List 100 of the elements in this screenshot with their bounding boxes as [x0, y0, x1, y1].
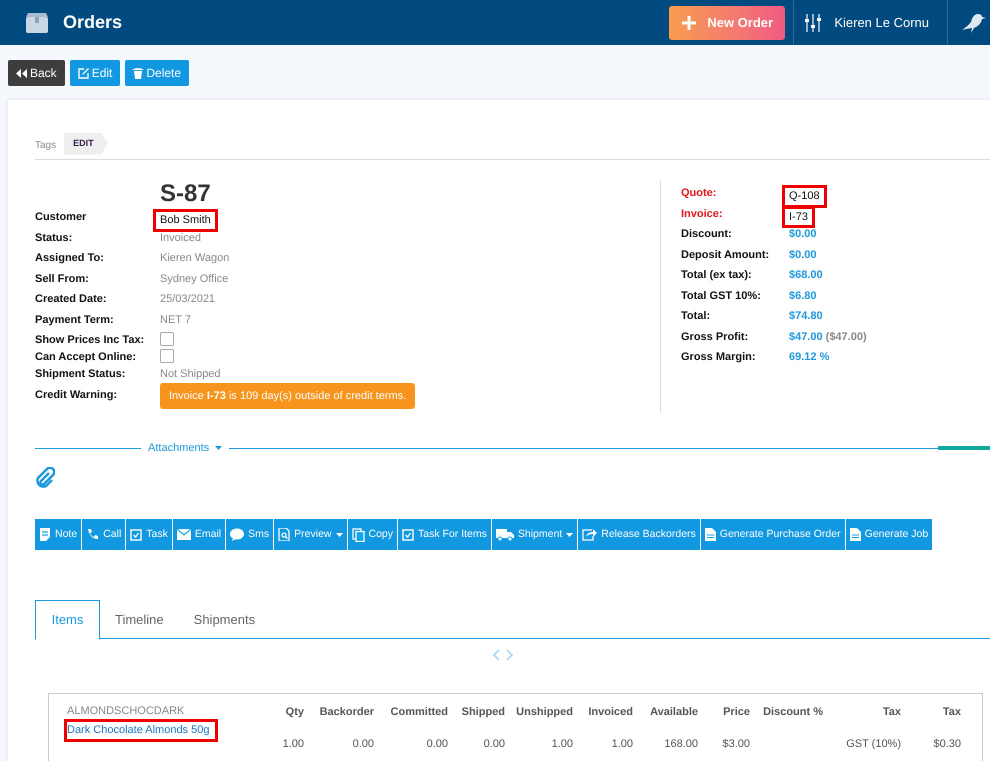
amount-value: $74.80 [789, 309, 823, 324]
item-code: ALMONDSCHOCDARK [67, 705, 186, 717]
field-label: Customer [35, 210, 88, 225]
table-cell-text: 1.00 [550, 736, 573, 752]
field-value: Sydney Office [160, 272, 228, 286]
table-cell-text: 168.00 [663, 736, 698, 752]
column-header: Invoiced [587, 705, 633, 720]
amount-value: $6.80 [789, 288, 817, 304]
toolbar-button[interactable]: Generate Purchase Order [700, 519, 845, 550]
table-cell-text: 0.00 [426, 736, 448, 752]
summary-label: Deposit Amount: [681, 248, 770, 262]
field-label: Created Date: [35, 292, 108, 307]
document-icon [704, 528, 716, 541]
envelope-icon [176, 529, 191, 540]
back-button[interactable]: Back [8, 60, 65, 86]
amount-value: $0.00 [789, 227, 817, 242]
plus-icon [681, 14, 698, 30]
field-value: Bob Smith [153, 209, 218, 232]
field-label: Show Prices Inc Tax: [35, 333, 146, 348]
amount-note: ($47.00) [826, 330, 867, 344]
magnifier-document-icon [278, 528, 290, 541]
toolbar-button[interactable]: Email [172, 519, 226, 550]
task-icon [402, 528, 414, 541]
bird-icon[interactable] [962, 12, 986, 32]
caret-icon [215, 446, 222, 450]
column-header: Qty [284, 705, 304, 720]
table-cell-text: 0.00 [482, 736, 505, 752]
checkbox[interactable] [160, 349, 174, 363]
amount-value: $47.00 [789, 330, 823, 344]
tags-edit-button[interactable]: EDIT [64, 132, 108, 154]
checkbox[interactable] [160, 332, 174, 346]
toolbar-button[interactable]: Task [126, 519, 172, 550]
copy-icon [352, 528, 364, 542]
sliders-icon[interactable] [804, 14, 822, 32]
summary-label: Discount: [681, 227, 733, 242]
field-value: NET 7 [160, 312, 191, 328]
field-label: Status: [35, 230, 74, 246]
field-label: Payment Term: [35, 312, 115, 328]
column-header: Price [722, 705, 750, 720]
chevron-right-icon[interactable] [506, 649, 514, 661]
document-link[interactable]: Q-108 [782, 185, 827, 208]
summary-label: Invoice: [681, 206, 724, 222]
field-label: Sell From: [35, 272, 90, 286]
phone-icon [86, 528, 100, 541]
tab[interactable]: Timeline [100, 600, 179, 639]
table-cell-text: $0.30 [932, 736, 961, 752]
chevron-left-icon[interactable] [492, 649, 500, 661]
column-header: Discount % [762, 705, 823, 720]
table-cell-text: 0.00 [352, 736, 374, 752]
table-cell-text: 1.00 [282, 736, 304, 752]
table-cell-text: 1.00 [610, 736, 633, 752]
user-name[interactable]: Kieren Le Cornu [834, 12, 929, 32]
toolbar-button[interactable]: Preview [274, 519, 346, 550]
toolbar-button[interactable]: Shipment [492, 519, 578, 550]
field-value: Kieren Wagon [160, 251, 230, 266]
summary-label: Quote: [681, 186, 718, 201]
edit-button[interactable]: Edit [70, 60, 120, 86]
field-value: Invoiced [160, 230, 201, 246]
order-number: S-87 [160, 180, 212, 208]
summary-label: Gross Profit: [681, 330, 750, 344]
toolbar-button[interactable]: Copy [348, 519, 398, 550]
column-header: Unshipped [515, 705, 573, 720]
page-title: Orders [63, 11, 122, 34]
summary-label: Gross Margin: [681, 350, 757, 365]
toolbar-button[interactable]: Task For Items [398, 519, 491, 550]
rewind-icon [16, 68, 27, 78]
table-cell-text: GST (10%) [845, 736, 901, 752]
column-header: Shipped [460, 705, 505, 720]
amount-value: 69.12 % [789, 350, 830, 365]
paperclip-icon[interactable] [35, 467, 55, 489]
task-icon [130, 528, 142, 541]
column-header: Tax [942, 705, 961, 720]
item-name-link[interactable]: Dark Chocolate Almonds 50g [64, 719, 218, 742]
table-cell-text: $3.00 [721, 736, 750, 752]
toolbar-button[interactable]: Note [35, 519, 82, 550]
attachments-toggle[interactable]: Attachments [141, 440, 230, 456]
document-link[interactable]: I-73 [782, 206, 815, 228]
amount-value: $0.00 [789, 248, 817, 262]
field-label: Assigned To: [35, 251, 105, 266]
amount-value: $68.00 [789, 268, 823, 283]
speech-bubble-icon [230, 528, 244, 541]
field-value: Not Shipped [160, 367, 221, 382]
toolbar-button[interactable]: Generate Job [846, 519, 932, 550]
column-header: Backorder [318, 705, 374, 720]
column-header: Available [649, 705, 698, 720]
toolbar-button[interactable]: Call [82, 519, 126, 550]
summary-label: Total (ex tax): [681, 268, 753, 283]
tab[interactable]: Items [35, 600, 100, 640]
column-header: Committed [390, 705, 448, 720]
field-label: Shipment Status: [35, 367, 126, 382]
edit-icon [78, 68, 89, 78]
toolbar-button[interactable]: Release Backorders [578, 519, 700, 550]
trash-icon [133, 68, 144, 78]
toolbar-button[interactable]: Sms [226, 519, 274, 550]
tab[interactable]: Shipments [178, 600, 270, 639]
delete-button[interactable]: Delete [125, 60, 190, 86]
new-order-button[interactable]: New Order [669, 6, 786, 40]
credit-warning: Invoice I-73 is 109 day(s) outside of credit terms. [160, 382, 416, 409]
summary-label: Total GST 10%: [681, 288, 762, 304]
summary-label: Total: [681, 309, 712, 324]
